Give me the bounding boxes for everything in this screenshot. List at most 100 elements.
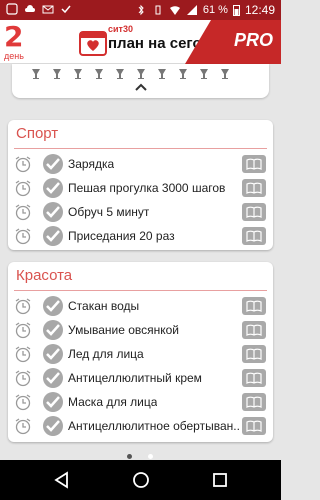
task-label: Приседания 20 раз: [68, 229, 175, 243]
alarm-clock-icon[interactable]: [14, 369, 32, 387]
book-button[interactable]: [242, 155, 266, 173]
checkmark-icon: [46, 420, 60, 432]
goblet-icon: [179, 69, 187, 79]
book-icon: [246, 420, 262, 432]
goblet-icon: [32, 69, 40, 79]
home-icon[interactable]: [131, 470, 151, 490]
check-toggle[interactable]: [43, 344, 63, 364]
goblet-icon: [158, 69, 166, 79]
alarm-clock-icon[interactable]: [14, 297, 32, 315]
book-icon: [246, 348, 262, 360]
page-dot[interactable]: [148, 454, 153, 459]
checkmark-icon: [46, 372, 60, 384]
system-nav-bar: [0, 460, 281, 500]
book-icon: [246, 206, 262, 218]
day-label: день: [4, 51, 24, 61]
task-row[interactable]: Лед для лица: [8, 342, 273, 366]
check-toggle[interactable]: [43, 320, 63, 340]
task-label: Умывание овсянкой: [68, 323, 180, 337]
book-button[interactable]: [242, 345, 266, 363]
alarm-clock-icon[interactable]: [14, 203, 32, 221]
checkmark-icon: [46, 300, 60, 312]
clock-time: 12:49: [244, 3, 275, 17]
book-button[interactable]: [242, 393, 266, 411]
check-toggle[interactable]: [43, 178, 63, 198]
task-row[interactable]: Зарядка: [8, 152, 273, 176]
alarm-clock-icon[interactable]: [14, 417, 32, 435]
alarm-clock-icon[interactable]: [14, 155, 32, 173]
alarm-clock-icon[interactable]: [14, 345, 32, 363]
chevron-up-icon[interactable]: [134, 82, 148, 92]
book-icon: [246, 372, 262, 384]
book-button[interactable]: [242, 203, 266, 221]
checkmark-icon: [46, 324, 60, 336]
check-toggle[interactable]: [43, 154, 63, 174]
task-row[interactable]: Умывание овсянкой: [8, 318, 273, 342]
back-icon[interactable]: [52, 470, 72, 490]
collapsed-card[interactable]: [12, 64, 269, 98]
brand-name: сит30: [108, 24, 133, 34]
signal-icon: [186, 5, 197, 15]
goblet-icon: [116, 69, 124, 79]
alarm-clock-icon[interactable]: [14, 227, 32, 245]
check-icon: [61, 5, 71, 14]
cloud-upload-icon: [25, 5, 35, 12]
task-row[interactable]: Приседания 20 раз: [8, 224, 273, 248]
alarm-clock-icon[interactable]: [14, 321, 32, 339]
book-button[interactable]: [242, 417, 266, 435]
day-number: 2: [4, 20, 24, 53]
task-label: Лед для лица: [68, 347, 144, 361]
page-indicator: [0, 452, 281, 460]
book-icon: [246, 324, 262, 336]
check-toggle[interactable]: [43, 416, 63, 436]
goblet-icon: [137, 69, 145, 79]
task-row[interactable]: Пешая прогулка 3000 шагов: [8, 176, 273, 200]
check-toggle[interactable]: [43, 296, 63, 316]
check-toggle[interactable]: [43, 368, 63, 388]
checkmark-icon: [46, 158, 60, 170]
status-bar: 61 % 12:49: [0, 0, 281, 20]
alarm-clock-icon[interactable]: [14, 393, 32, 411]
checkmark-icon: [46, 396, 60, 408]
section-card-sport: Спорт Зарядка Пешая прогулка 3000 шагов …: [8, 120, 273, 250]
book-button[interactable]: [242, 321, 266, 339]
goblet-icon: [53, 69, 61, 79]
task-row[interactable]: Обруч 5 минут: [8, 200, 273, 224]
recents-icon[interactable]: [210, 470, 230, 490]
book-icon: [246, 182, 262, 194]
task-row[interactable]: Стакан воды: [8, 294, 273, 318]
pro-label[interactable]: PRO: [234, 30, 273, 51]
task-label: Стакан воды: [68, 299, 140, 313]
task-label: Пешая прогулка 3000 шагов: [68, 181, 226, 195]
checkmark-icon: [46, 230, 60, 242]
goblet-icon: [200, 69, 208, 79]
alarm-clock-icon[interactable]: [14, 179, 32, 197]
battery-icon: [232, 5, 240, 16]
book-button[interactable]: [242, 227, 266, 245]
checkmark-icon: [46, 206, 60, 218]
book-button[interactable]: [242, 369, 266, 387]
square-icon: [6, 3, 18, 15]
book-button[interactable]: [242, 297, 266, 315]
goblet-icon: [74, 69, 82, 79]
task-row[interactable]: Антицеллюлитное обертыван...: [8, 414, 273, 438]
battery-percent: 61 %: [202, 4, 228, 16]
task-row[interactable]: Антицеллюлитный крем: [8, 366, 273, 390]
page-dot-active[interactable]: [127, 454, 132, 459]
checkmark-icon: [46, 348, 60, 360]
bluetooth-icon: [138, 4, 144, 16]
task-label: Зарядка: [68, 157, 115, 171]
check-toggle[interactable]: [43, 202, 63, 222]
section-title: Спорт: [16, 125, 59, 142]
task-label: Антицеллюлитный крем: [68, 371, 202, 385]
section-title: Красота: [16, 267, 73, 284]
book-button[interactable]: [242, 179, 266, 197]
checkmark-icon: [46, 182, 60, 194]
task-row[interactable]: Маска для лица: [8, 390, 273, 414]
task-label: Маска для лица: [68, 395, 158, 409]
check-toggle[interactable]: [43, 226, 63, 246]
check-toggle[interactable]: [43, 392, 63, 412]
goblet-icon: [95, 69, 103, 79]
water-goblets: [30, 68, 231, 80]
vibrate-icon: [155, 5, 161, 15]
